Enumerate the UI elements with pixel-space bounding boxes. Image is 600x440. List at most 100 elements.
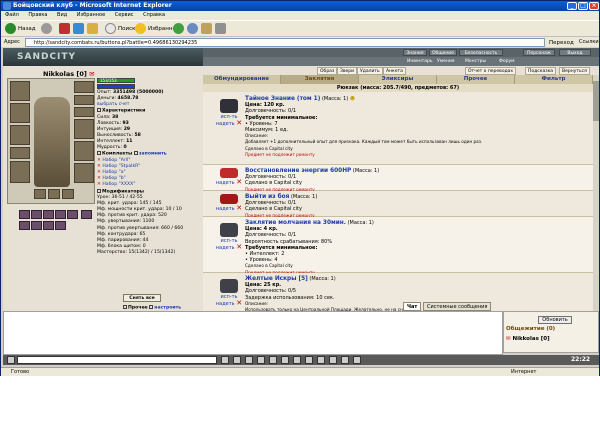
belt-slot[interactable] xyxy=(80,210,92,219)
tab-system-messages[interactable]: Системные сообщения xyxy=(423,302,492,311)
tab-elixirs[interactable]: Эликсиры xyxy=(359,75,437,84)
belt-slot[interactable] xyxy=(19,221,30,230)
wear-link[interactable]: надеть ✕ xyxy=(211,243,247,252)
delete-icon[interactable]: ✕ xyxy=(236,243,242,251)
slot-shield[interactable] xyxy=(74,119,94,139)
clear-chat-icon[interactable] xyxy=(281,356,289,364)
slot-earrings[interactable] xyxy=(74,81,94,93)
scroll-lock-icon[interactable] xyxy=(293,356,301,364)
search-button[interactable]: Поиск xyxy=(105,23,135,35)
maximize-button[interactable]: □ xyxy=(578,2,588,10)
refresh-online-button[interactable]: Обновить xyxy=(538,316,572,324)
belt-slot[interactable] xyxy=(55,210,66,219)
wear-link[interactable]: надеть ✕ xyxy=(211,204,247,213)
menu-favorites[interactable]: Избранное xyxy=(77,12,105,18)
sound-icon[interactable] xyxy=(257,356,265,364)
channel-icon[interactable] xyxy=(341,356,349,364)
slot-rings[interactable] xyxy=(74,107,94,117)
private-icon[interactable] xyxy=(329,356,337,364)
stop-button[interactable] xyxy=(59,23,72,35)
belt-slot[interactable] xyxy=(19,210,30,219)
chat-input[interactable] xyxy=(17,356,217,364)
slot-gloves[interactable] xyxy=(10,161,30,183)
smiley-icon[interactable] xyxy=(221,356,229,364)
help-icon[interactable] xyxy=(353,356,361,364)
subnav-delete[interactable]: Удалить xyxy=(357,67,383,75)
slot-pocket-1[interactable] xyxy=(34,189,46,199)
wear-link[interactable]: надеть ✕ xyxy=(211,119,247,128)
slot-weapon[interactable] xyxy=(10,103,30,123)
subnav-return[interactable]: Вернуться xyxy=(559,67,590,75)
inventory-scrollbar[interactable] xyxy=(593,75,599,350)
subnav-transfer-report[interactable]: Отчет о переводах xyxy=(465,67,517,75)
filter-icon[interactable] xyxy=(245,356,253,364)
nav-character[interactable]: Персонаж xyxy=(523,49,555,56)
close-button[interactable]: × xyxy=(589,2,599,10)
delete-icon[interactable]: ✕ xyxy=(236,178,242,186)
nav-monsters[interactable]: Монстры xyxy=(465,58,486,65)
subnav-hint[interactable]: Подсказка xyxy=(525,67,557,75)
slot-helmet[interactable] xyxy=(10,81,30,101)
item-title[interactable]: Тайное Знание (том 1) xyxy=(245,96,320,102)
media-button[interactable] xyxy=(173,23,186,35)
nav-forum[interactable]: Форум xyxy=(499,58,515,65)
bold-icon[interactable] xyxy=(305,356,313,364)
slot-amulet[interactable] xyxy=(74,95,94,105)
item-title[interactable]: Восстановление энергии 600HP xyxy=(245,168,351,174)
menu-file[interactable]: Файл xyxy=(5,12,19,18)
menu-help[interactable]: Справка xyxy=(143,12,165,18)
forward-button[interactable] xyxy=(41,23,54,35)
menu-tools[interactable]: Сервис xyxy=(115,12,134,18)
slot-boots[interactable] xyxy=(74,163,94,183)
slot-pocket-3[interactable] xyxy=(62,189,74,199)
mail-button[interactable] xyxy=(201,23,214,35)
subnav-beasts[interactable]: Звери xyxy=(337,67,358,75)
delete-icon[interactable]: ✕ xyxy=(236,119,242,127)
belt-slot[interactable] xyxy=(31,221,42,230)
unequip-all-button[interactable]: Снять все xyxy=(123,294,161,302)
belt-slot[interactable] xyxy=(67,210,78,219)
nav-communication[interactable]: Общение xyxy=(429,49,457,56)
item-title[interactable]: Выйти из боя xyxy=(245,194,289,200)
belt-slot[interactable] xyxy=(43,221,54,230)
delete-icon[interactable]: ✕ xyxy=(236,299,242,307)
send-icon[interactable] xyxy=(233,356,241,364)
item-title[interactable]: Заклятие молчания на 30мин. xyxy=(245,220,346,226)
minimize-button[interactable]: _ xyxy=(567,2,577,10)
subnav-profile[interactable]: Анкета xyxy=(383,67,406,75)
wear-link[interactable]: надеть ✕ xyxy=(211,178,247,187)
refresh-button[interactable] xyxy=(73,23,86,35)
item-title[interactable]: Желтые Искры [5] xyxy=(245,276,308,282)
belt-slot[interactable] xyxy=(43,210,54,219)
delete-icon[interactable]: ✕ xyxy=(236,204,242,212)
slot-pocket-2[interactable] xyxy=(48,189,60,199)
chat-area[interactable] xyxy=(3,311,503,355)
tab-equipment[interactable]: Обмундирование xyxy=(203,75,281,84)
nav-inventory[interactable]: Инвентарь xyxy=(407,58,433,65)
belt-slot[interactable] xyxy=(31,210,42,219)
scrollbar-thumb[interactable] xyxy=(593,81,599,121)
menu-edit[interactable]: Правка xyxy=(28,12,47,18)
characteristics-header[interactable]: Характеристики xyxy=(97,108,203,115)
tab-spells[interactable]: Заклятия xyxy=(281,75,359,84)
nav-exit[interactable]: Выход xyxy=(559,49,591,56)
slot-armor[interactable] xyxy=(10,125,30,145)
color-icon[interactable] xyxy=(317,356,325,364)
nav-security[interactable]: Безопасность xyxy=(459,49,503,56)
nav-knowledge[interactable]: Знания xyxy=(403,49,427,56)
translit-icon[interactable] xyxy=(269,356,277,364)
tab-other[interactable]: Прочее xyxy=(437,75,515,84)
history-button[interactable] xyxy=(187,23,200,35)
address-input[interactable]: http://sandcity.combats.ru/buttons.pl?ba… xyxy=(25,38,545,47)
tab-chat[interactable]: Чат xyxy=(403,302,422,311)
slot-leggings[interactable] xyxy=(74,141,94,161)
belt-slot[interactable] xyxy=(55,221,66,230)
online-user[interactable]: ✉ Nikkolas [0] xyxy=(506,336,550,342)
home-button[interactable] xyxy=(87,23,100,35)
menu-view[interactable]: Вид xyxy=(57,12,67,18)
nav-skills[interactable]: Умения xyxy=(437,58,454,65)
subnav-image[interactable]: Образ xyxy=(317,67,338,75)
wear-link[interactable]: надеть ✕ xyxy=(211,299,247,308)
tab-filter[interactable]: Фильтр xyxy=(515,75,593,84)
slot-belt[interactable] xyxy=(10,147,30,159)
